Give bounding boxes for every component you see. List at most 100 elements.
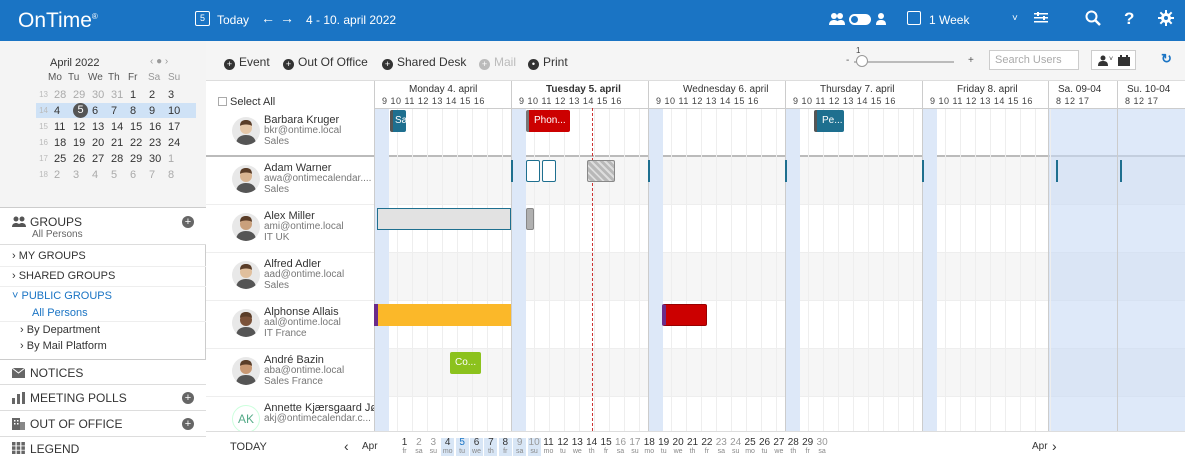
mini-calendar-day[interactable]: 12 xyxy=(73,121,92,133)
view-select[interactable]: 1 Week xyxy=(929,13,969,27)
mini-calendar-day[interactable]: 2 xyxy=(149,89,168,101)
mini-calendar-day[interactable]: 7 xyxy=(111,105,130,117)
mini-calendar-day[interactable]: 19 xyxy=(73,137,92,149)
add-out-of-office-icon[interactable]: + xyxy=(182,418,194,430)
mini-calendar-day[interactable]: 30 xyxy=(92,89,111,101)
my-groups-link[interactable]: › MY GROUPS xyxy=(12,250,86,262)
person-row[interactable]: Alphonse Allais aal@ontime.local IT France xyxy=(206,301,374,349)
date-cell[interactable]: 21th xyxy=(686,438,699,456)
day-header[interactable]: Friday 8. april xyxy=(957,84,1018,95)
event-block[interactable] xyxy=(526,208,534,230)
event-block[interactable]: Sa... xyxy=(390,110,406,132)
date-cell[interactable]: 23 sa xyxy=(715,438,728,456)
mini-calendar-day[interactable]: 29 xyxy=(73,89,92,101)
date-cell[interactable]: 9 sa xyxy=(513,438,527,456)
event-block[interactable] xyxy=(526,160,540,182)
date-cell[interactable]: 5 tu xyxy=(455,438,469,456)
mini-calendar-day[interactable]: 10 xyxy=(168,105,187,117)
ontime-logo[interactable]: OnTime® xyxy=(18,9,98,33)
mini-calendar-week[interactable]: 16 18 19 20 21 22 23 24 xyxy=(36,135,196,150)
person-icon[interactable] xyxy=(876,12,886,29)
select-all[interactable]: Select All xyxy=(218,96,275,108)
date-cell[interactable]: 27 we xyxy=(772,438,785,456)
mini-calendar-day[interactable]: 3 xyxy=(168,89,187,101)
public-groups-link[interactable]: ˅ PUBLIC GROUPS xyxy=(12,290,112,302)
date-cell[interactable]: 7th xyxy=(484,438,498,456)
mini-calendar-day[interactable]: 31 xyxy=(111,89,130,101)
date-cell[interactable]: 3 su xyxy=(427,438,440,456)
zoom-out-button[interactable]: - xyxy=(846,55,849,66)
day-header[interactable]: Tuesday 5. april xyxy=(546,84,621,95)
mini-calendar-day[interactable]: 4 xyxy=(54,105,73,117)
all-persons-link[interactable]: All Persons xyxy=(32,307,88,319)
mini-calendar-day[interactable]: 1 xyxy=(130,89,149,101)
mini-calendar-day[interactable]: 24 xyxy=(168,137,187,149)
day-header[interactable]: Monday 4. april xyxy=(409,84,477,95)
search-users-input[interactable]: Search Users xyxy=(989,50,1079,70)
prev-month-arrow-icon[interactable]: ‹ xyxy=(344,438,349,454)
mini-calendar-day[interactable]: 4 xyxy=(92,169,111,181)
date-cell[interactable]: 10 su xyxy=(527,438,541,456)
notices-section[interactable]: NOTICES xyxy=(0,359,206,385)
mini-calendar-day[interactable]: 11 xyxy=(54,121,73,133)
person-row[interactable]: Alfred Adler aad@ontime.local Sales xyxy=(206,253,374,301)
view-toggle-switch[interactable] xyxy=(849,14,871,25)
mini-calendar-day[interactable]: 8 xyxy=(168,169,187,181)
person-row[interactable]: Adam Warner awa@ontimecalendar.... Sales xyxy=(206,157,374,205)
event-block[interactable] xyxy=(662,304,707,326)
mini-calendar-day[interactable]: 25 xyxy=(54,153,73,165)
date-cell[interactable]: 19 tu xyxy=(657,438,670,456)
mini-calendar-day[interactable]: 20 xyxy=(92,137,111,149)
shared-desk-button[interactable]: + Shared Desk xyxy=(382,55,466,70)
date-cell[interactable]: 15 fr xyxy=(600,438,613,456)
date-cell[interactable]: 24 su xyxy=(729,438,742,456)
legend-section[interactable]: LEGEND xyxy=(0,437,206,459)
new-event-button[interactable]: + Event xyxy=(224,55,270,70)
mini-calendar-week[interactable]: 14 4 5 6 7 8 9 10 xyxy=(36,103,196,118)
day-header[interactable]: Sa. 09-04 xyxy=(1058,84,1101,95)
week-calendar-icon[interactable] xyxy=(907,11,921,25)
avatar[interactable] xyxy=(232,309,260,337)
shared-groups-link[interactable]: › SHARED GROUPS xyxy=(12,270,115,282)
out-of-office-section[interactable]: OUT OF OFFICE + xyxy=(0,411,206,437)
meeting-polls-section[interactable]: MEETING POLLS + xyxy=(0,385,206,411)
search-zoom-icon[interactable] xyxy=(1085,10,1101,29)
date-cell[interactable]: 30 sa xyxy=(816,438,829,456)
date-cell[interactable]: 2 sa xyxy=(412,438,425,456)
mini-calendar-week[interactable]: 18 2 3 4 5 6 7 8 xyxy=(36,167,196,182)
avatar[interactable]: AK xyxy=(232,405,260,433)
date-cell[interactable]: 6 we xyxy=(470,438,483,456)
today-link[interactable]: TODAY xyxy=(230,441,267,453)
groups-section[interactable]: GROUPS All Persons + xyxy=(0,208,206,245)
user-filter-button[interactable]: ˅ xyxy=(1091,50,1136,70)
mini-calendar-day[interactable]: 9 xyxy=(149,105,168,117)
date-cell[interactable]: 13 we xyxy=(571,438,584,456)
event-block[interactable] xyxy=(377,208,511,230)
mail-button[interactable]: + Mail xyxy=(479,55,516,70)
date-cell[interactable]: 26 tu xyxy=(758,438,771,456)
mini-calendar-day[interactable]: 21 xyxy=(111,137,130,149)
date-cell[interactable]: 22 fr xyxy=(700,438,713,456)
zoom-slider-handle[interactable] xyxy=(856,55,868,67)
select-all-checkbox[interactable] xyxy=(218,97,227,106)
mini-calendar-day[interactable]: 17 xyxy=(168,121,187,133)
avatar[interactable] xyxy=(232,357,260,385)
day-header[interactable]: Thursday 7. april xyxy=(820,84,894,95)
mini-calendar-day[interactable]: 26 xyxy=(73,153,92,165)
people-group-icon[interactable] xyxy=(829,12,845,29)
mini-calendar-day[interactable]: 18 xyxy=(54,137,73,149)
schedule-grid[interactable]: Monday 4. april 9 10 11 12 13 14 15 16 Tue… xyxy=(374,81,1185,431)
mini-calendar-day[interactable]: 3 xyxy=(73,169,92,181)
date-cell[interactable]: 17 su xyxy=(628,438,641,456)
next-month-arrow-icon[interactable]: › xyxy=(1052,438,1057,454)
event-block[interactable]: Co... xyxy=(450,352,481,374)
mini-calendar-day[interactable]: 13 xyxy=(92,121,111,133)
by-department-link[interactable]: › By Department xyxy=(20,324,100,336)
mini-calendar-day[interactable]: 6 xyxy=(92,105,111,117)
mini-calendar-day[interactable]: 8 xyxy=(130,105,149,117)
mini-calendar-week[interactable]: 17 25 26 27 28 29 30 1 xyxy=(36,151,196,166)
event-block[interactable] xyxy=(542,160,556,182)
date-cell[interactable]: 11 mo xyxy=(542,438,555,456)
day-header[interactable]: Wednesday 6. april xyxy=(683,84,768,95)
event-block[interactable] xyxy=(587,160,615,182)
